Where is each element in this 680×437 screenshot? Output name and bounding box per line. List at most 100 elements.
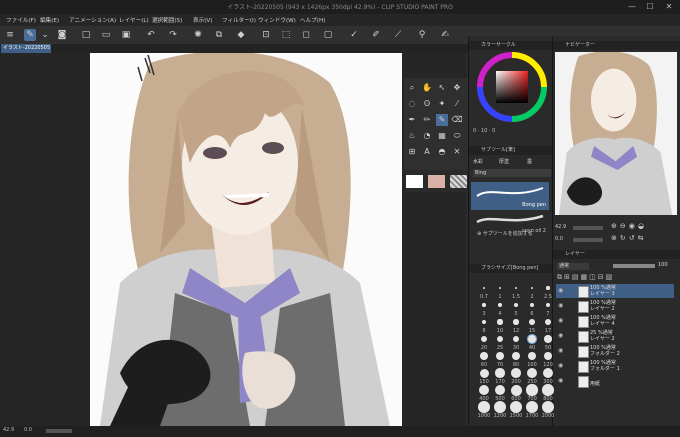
eye-icon[interactable]: ◉ <box>558 288 563 294</box>
blend-tool-icon[interactable]: ♨ <box>406 130 418 142</box>
brush-size-dot[interactable] <box>494 401 506 413</box>
brush-size-dot[interactable] <box>498 303 502 307</box>
brush-size-dot[interactable] <box>495 368 505 378</box>
add-subtool-button[interactable]: ⊕ サブツールを追加する <box>477 230 533 237</box>
wand-tool-icon[interactable]: ✦ <box>436 98 448 110</box>
brush-size-dot[interactable] <box>497 319 503 325</box>
deselect-icon[interactable]: ◻ <box>300 29 312 41</box>
transparent-swatch[interactable] <box>450 175 467 188</box>
brush-size-dot[interactable] <box>527 334 537 344</box>
selection-icon[interactable]: ⬚ <box>280 29 292 41</box>
text-tool-icon[interactable]: A <box>421 146 433 158</box>
pen-tool-icon[interactable]: ✓ <box>348 29 360 41</box>
layer-row[interactable]: ◉ 用紙 <box>556 374 674 388</box>
eyedropper-tool-icon[interactable]: ⁄ <box>451 98 463 110</box>
brush-size-dot[interactable] <box>496 352 504 360</box>
brush-size-dot[interactable] <box>529 319 535 325</box>
redo-icon[interactable]: ↷ <box>167 29 179 41</box>
status-zoom[interactable]: 42.9 <box>3 427 14 433</box>
hand-tool-icon[interactable]: ✋ <box>421 82 433 94</box>
subtool-tab-ink[interactable]: 墨 <box>527 158 532 165</box>
move-tool-icon[interactable]: ✥ <box>451 82 463 94</box>
menu-selection[interactable]: 選択範囲(S) <box>152 16 182 24</box>
status-rotate-slider[interactable] <box>46 429 72 433</box>
balloon-tool-icon[interactable]: ◓ <box>436 146 448 158</box>
layer-row[interactable]: ◉ 100 %通常 レイヤー 2 <box>556 299 674 313</box>
brush-size-dot[interactable] <box>513 319 519 325</box>
brush-size-dot[interactable] <box>479 368 489 378</box>
clear-icon[interactable]: ⊡ <box>260 29 272 41</box>
undo-icon[interactable]: ↶ <box>145 29 157 41</box>
fill-tool-icon[interactable]: ◔ <box>421 130 433 142</box>
eye-icon[interactable]: ◉ <box>558 303 563 309</box>
brush-size-dot[interactable] <box>542 384 554 396</box>
menu-window[interactable]: ウィンドウ(W) <box>258 16 296 24</box>
sub-color-swatch[interactable] <box>428 175 445 188</box>
subtool-tab-thick[interactable]: 厚塗 <box>499 158 509 165</box>
pen-icon[interactable]: ✒ <box>406 114 418 126</box>
layer-row[interactable]: ◉ 25 %通常 レイヤー 2 <box>556 329 674 343</box>
tab-document[interactable]: イラスト-20220505 ✕ <box>1 44 51 53</box>
selection-tool-icon[interactable]: ◌ <box>406 98 418 110</box>
navigator-buttons-2[interactable]: ⊗↻↺⇆ <box>611 234 646 242</box>
status-rotate[interactable]: 0.0 <box>24 427 32 433</box>
zoom-slider[interactable] <box>573 226 603 230</box>
open-file-icon[interactable]: ▭ <box>100 29 112 41</box>
subtool-tab-watercolor[interactable]: 水彩 <box>473 158 483 165</box>
fill-icon[interactable]: ◆ <box>235 29 247 41</box>
drawing-canvas[interactable] <box>90 53 402 426</box>
eye-icon[interactable]: ◉ <box>558 348 563 354</box>
eye-icon[interactable]: ◉ <box>558 333 563 339</box>
color-wheel[interactable] <box>477 52 547 122</box>
minimize-icon[interactable]: — <box>625 1 639 12</box>
subtool-active-group[interactable]: Bing <box>473 169 551 177</box>
new-file-icon[interactable]: □ <box>80 29 92 41</box>
transform-icon[interactable]: ⧉ <box>213 29 225 41</box>
zoom-tool-icon[interactable]: ⌕ <box>406 82 418 94</box>
brush-size-dot[interactable] <box>545 319 551 325</box>
eraser-tool-icon[interactable]: ⌫ <box>451 114 463 126</box>
brush-size-dot[interactable] <box>482 303 486 307</box>
brush-tool-icon[interactable]: ⚲ <box>416 29 428 41</box>
gradient-tool-icon[interactable]: ▦ <box>436 130 448 142</box>
pencil-icon[interactable]: ✏ <box>421 114 433 126</box>
brush-size-dot[interactable] <box>544 335 552 343</box>
loading-icon[interactable]: ✺ <box>192 29 204 41</box>
layer-row[interactable]: ◉ 100 %通常 レイヤー 4 <box>556 314 674 328</box>
brush-size-dot[interactable] <box>483 287 485 289</box>
studio-icon[interactable]: ◙ <box>56 29 68 41</box>
menu-view[interactable]: 表示(V) <box>193 16 212 24</box>
brush-item-bong-pen[interactable]: Bong pen <box>471 182 549 210</box>
navigator-zoom[interactable]: 42.9 <box>555 224 566 230</box>
menu-file[interactable]: ファイル(F) <box>6 16 36 24</box>
brush-size-dot[interactable] <box>478 401 490 413</box>
navigator-rotate[interactable]: 0.0 <box>555 236 563 242</box>
chevron-down-icon[interactable]: ⌄ <box>39 29 51 41</box>
layer-row[interactable]: ◉ 100 %通常 フォルダー 2 <box>556 344 674 358</box>
blend-mode-select[interactable]: 通常 <box>557 263 589 270</box>
brush-icon[interactable]: ✎ <box>24 29 36 41</box>
menu-animation[interactable]: アニメーション(A) <box>69 16 116 24</box>
brush-tool-selected-icon[interactable]: ✎ <box>436 114 448 126</box>
brush-size-dot[interactable] <box>546 286 550 290</box>
menu-filter[interactable]: フィルター(I) <box>222 16 256 24</box>
brush-size-dot[interactable] <box>527 368 537 378</box>
brush-size-dot[interactable] <box>542 401 554 413</box>
frame-tool-icon[interactable]: ⊞ <box>406 146 418 158</box>
brush-size-dot[interactable] <box>526 401 538 413</box>
maximize-icon[interactable]: ☐ <box>643 1 657 12</box>
correct-line-tool-icon[interactable]: ✕ <box>451 146 463 158</box>
eye-icon[interactable]: ◉ <box>558 378 563 384</box>
main-color-swatch[interactable] <box>406 175 423 188</box>
menu-help[interactable]: ヘルプ(H) <box>300 16 325 24</box>
opacity-slider[interactable] <box>613 264 655 268</box>
navigator-preview[interactable] <box>555 52 677 215</box>
brush-size-dot[interactable] <box>510 401 522 413</box>
eye-icon[interactable]: ◉ <box>558 318 563 324</box>
save-icon[interactable]: ▣ <box>120 29 132 41</box>
square-icon[interactable]: ▢ <box>322 29 334 41</box>
hamburger-icon[interactable]: ≡ <box>4 29 16 41</box>
close-icon[interactable]: ✕ <box>662 1 676 12</box>
layer-row[interactable]: ◉ 100 %通常 フォルダー 1 <box>556 359 674 373</box>
shape-tool-icon[interactable]: ⬭ <box>451 130 463 142</box>
